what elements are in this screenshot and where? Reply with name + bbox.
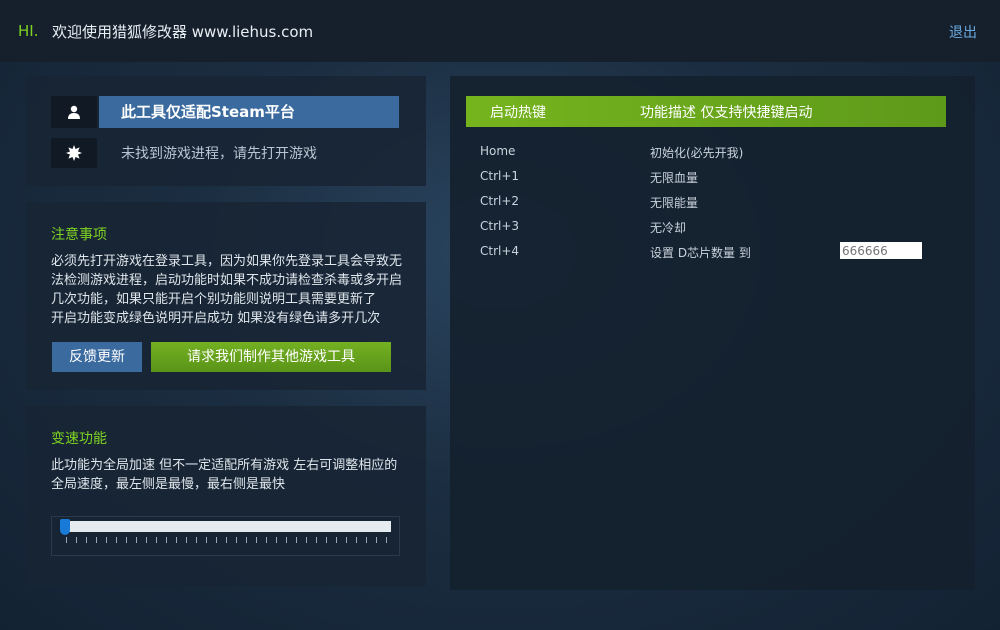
notice-title: 注意事项: [51, 227, 107, 243]
request-tool-button[interactable]: 请求我们制作其他游戏工具: [151, 342, 391, 372]
speed-panel: 变速功能 此功能为全局加速 但不一定适配所有游戏 左右可调整相应的 全局速度，最…: [26, 406, 426, 586]
slider-handle[interactable]: [60, 519, 70, 535]
hotkey-key: Ctrl+4: [480, 244, 520, 258]
notice-panel: 注意事项 必须先打开游戏在登录工具，因为如果你先登录工具会导致无 法检测游戏进程…: [26, 202, 426, 390]
hotkey-desc: 初始化(必先开我): [650, 146, 744, 160]
hotkey-row[interactable]: Home 初始化(必先开我): [480, 144, 930, 164]
welcome-text: 欢迎使用猎狐修改器 www.liehus.com: [52, 23, 314, 41]
hotkey-key: Ctrl+3: [480, 219, 520, 233]
speed-slider[interactable]: [51, 516, 400, 556]
notice-line: 开启功能变成绿色说明开启成功 如果没有绿色请多开几次: [51, 311, 381, 326]
notice-text: 必须先打开游戏在登录工具，因为如果你先登录工具会导致无 法检测游戏进程，启动功能…: [51, 252, 411, 328]
hotkey-desc: 无冷却: [650, 221, 687, 235]
speed-line: 全局速度，最左侧是最慢，最右侧是最快: [51, 477, 286, 492]
process-status: 未找到游戏进程，请先打开游戏: [121, 146, 317, 162]
hotkeys-panel: 启动热键 功能描述 仅支持快捷键启动 Home 初始化(必先开我) Ctrl+1…: [450, 76, 975, 590]
header-description: 功能描述 仅支持快捷键启动: [640, 105, 813, 121]
gear-icon: [51, 138, 97, 168]
hotkey-key: Ctrl+2: [480, 194, 520, 208]
hotkey-row[interactable]: Ctrl+2 无限能量: [480, 194, 930, 214]
hotkey-row[interactable]: Ctrl+4 设置 D芯片数量 到: [480, 242, 930, 264]
hotkey-key: Ctrl+1: [480, 169, 520, 183]
platform-label: 此工具仅适配Steam平台: [99, 96, 399, 128]
hotkeys-header: 启动热键 功能描述 仅支持快捷键启动: [466, 96, 946, 127]
hotkey-desc: 无限能量: [650, 196, 699, 210]
notice-line: 必须先打开游戏在登录工具，因为如果你先登录工具会导致无: [51, 254, 403, 269]
chip-count-input[interactable]: [840, 242, 922, 259]
speed-line: 此功能为全局加速 但不一定适配所有游戏 左右可调整相应的: [51, 458, 398, 473]
feedback-button[interactable]: 反馈更新: [52, 342, 142, 372]
speed-text: 此功能为全局加速 但不一定适配所有游戏 左右可调整相应的 全局速度，最左侧是最慢…: [51, 456, 411, 494]
slider-track[interactable]: [66, 521, 391, 532]
top-bar: HI. 欢迎使用猎狐修改器 www.liehus.com 退出: [0, 0, 1000, 62]
logout-link[interactable]: 退出: [949, 22, 977, 42]
hotkey-desc: 设置 D芯片数量 到: [650, 246, 751, 260]
notice-line: 几次功能，如果只能开启个别功能则说明工具需要更新了: [51, 292, 377, 307]
hotkey-key: Home: [480, 144, 516, 158]
hotkey-row[interactable]: Ctrl+3 无冷却: [480, 219, 930, 239]
speed-title: 变速功能: [51, 431, 107, 447]
user-icon: [51, 96, 97, 128]
greeting-hi: HI.: [18, 22, 39, 40]
status-panel: 此工具仅适配Steam平台 未找到游戏进程，请先打开游戏: [26, 76, 426, 186]
header-hotkey: 启动热键: [490, 105, 546, 121]
notice-line: 法检测游戏进程，启动功能时如果不成功请检查杀毒或多开启: [51, 273, 403, 288]
hotkey-desc: 无限血量: [650, 171, 699, 185]
hotkey-row[interactable]: Ctrl+1 无限血量: [480, 169, 930, 189]
slider-ticks: [66, 537, 391, 543]
